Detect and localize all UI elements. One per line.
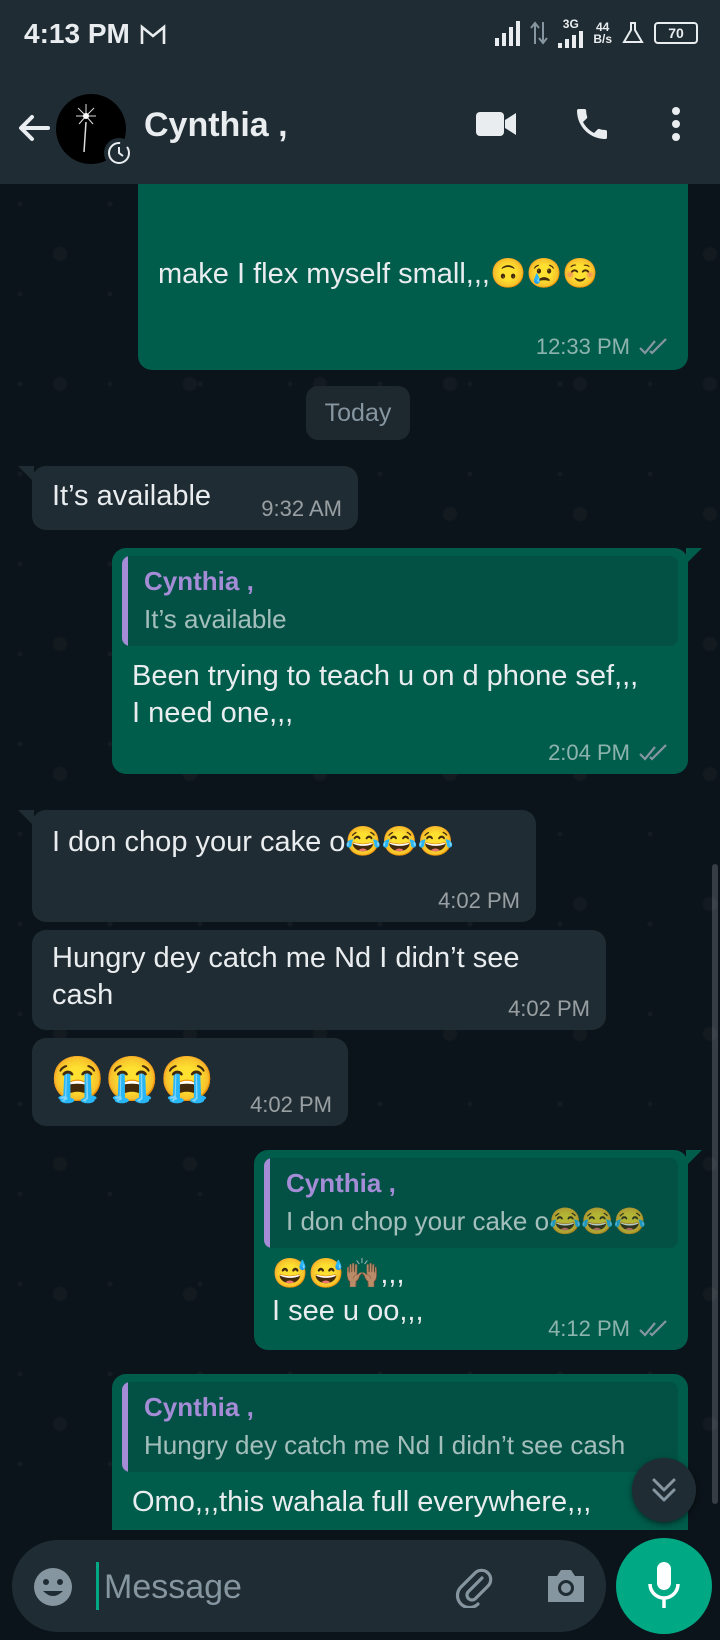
net-speed-unit: B/s [593, 32, 612, 46]
bubble-tail [686, 548, 702, 564]
message-bubble-outgoing[interactable]: Cynthia , I don chop your cake o😂😂😂 😅😅🙌🏽… [254, 1150, 688, 1350]
battery-indicator: 70 [654, 22, 698, 44]
message-meta: 9:32 AM [261, 496, 342, 522]
double-chevron-down-icon [652, 1478, 676, 1502]
back-arrow-icon[interactable] [14, 108, 54, 148]
message-input[interactable] [102, 1554, 436, 1620]
disappearing-timer-badge [104, 138, 134, 168]
text-cursor [96, 1562, 99, 1610]
chat-area[interactable]: make I flex myself small,,,🙃😢☺️ 12:33 PM… [0, 184, 720, 1530]
message-bubble-incoming[interactable]: Hungry dey catch me Nd I didn’t see cash… [32, 930, 606, 1030]
message-time: 4:02 PM [250, 1092, 332, 1117]
voice-message-button[interactable] [616, 1538, 712, 1634]
contact-name[interactable]: Cynthia , [144, 106, 288, 145]
quoted-message[interactable]: Cynthia , It’s available [122, 556, 678, 646]
quote-accent-bar [122, 556, 128, 646]
quote-text: It’s available [144, 604, 287, 634]
message-bubble-incoming[interactable]: I don chop your cake o😂😂😂 4:02 PM [32, 810, 536, 922]
status-indicators: 3G 44 B/s 70 [495, 18, 698, 48]
message-text: Been trying to teach u on d phone sef,,,… [132, 660, 639, 729]
bubble-tail [686, 1150, 702, 1166]
scrollbar[interactable] [712, 864, 718, 1504]
quote-text: I don chop your cake o😂😂😂 [286, 1206, 647, 1236]
message-text: It’s available [52, 480, 212, 512]
message-time: 4:02 PM [438, 888, 520, 913]
signal-2-icon [558, 30, 584, 48]
microphone-icon [648, 1562, 680, 1608]
message-bubble-outgoing[interactable]: Cynthia , It’s available Been trying to … [112, 548, 688, 774]
quote-text: Hungry dey catch me Nd I didn’t see cash [144, 1430, 626, 1460]
quote-author: Cynthia , [286, 1168, 396, 1198]
network-type: 3G [558, 17, 584, 48]
scroll-to-bottom-button[interactable] [632, 1458, 696, 1522]
attach-icon[interactable] [452, 1564, 496, 1608]
message-time: 4:12 PM [548, 1316, 630, 1341]
message-meta: 12:33 PM [536, 334, 670, 360]
message-text: make I flex myself small,,,🙃😢☺️ [158, 258, 599, 290]
message-meta: 4:12 PM [548, 1316, 670, 1342]
message-text: 😭😭😭 [50, 1055, 215, 1104]
quote-accent-bar [122, 1382, 128, 1472]
status-time: 4:13 PM [24, 18, 130, 49]
message-meta: 4:02 PM [438, 888, 520, 914]
message-time: 12:33 PM [535, 334, 630, 359]
message-text: Omo,,,this wahala full everywhere,,, [132, 1486, 592, 1518]
message-time: 9:32 AM [261, 496, 342, 521]
quote-author: Cynthia , [144, 566, 254, 596]
network-type-label: 3G [562, 17, 579, 31]
voice-call-icon[interactable] [572, 104, 612, 144]
message-bubble-incoming[interactable]: It’s available 9:32 AM [32, 466, 358, 530]
read-ticks-icon [639, 338, 667, 355]
message-time: 4:02 PM [508, 996, 590, 1021]
gmail-icon [140, 24, 166, 44]
message-meta: 4:02 PM [508, 996, 590, 1022]
net-speed: 44 B/s [593, 21, 612, 45]
message-bubble-outgoing[interactable]: make I flex myself small,,,🙃😢☺️ 12:33 PM [138, 184, 688, 370]
message-composer [12, 1540, 606, 1632]
chat-header: Cynthia , [0, 72, 720, 184]
quoted-message[interactable]: Cynthia , I don chop your cake o😂😂😂 [264, 1158, 678, 1248]
quote-accent-bar [264, 1158, 270, 1248]
quoted-message[interactable]: Cynthia , Hungry dey catch me Nd I didn’… [122, 1382, 678, 1472]
disappearing-timer-icon [108, 142, 130, 164]
message-bubble-incoming[interactable]: 😭😭😭 4:02 PM [32, 1038, 348, 1126]
status-bar: 4:13 PM 3G 44 B/s 70 [0, 0, 720, 72]
more-options-icon[interactable] [666, 104, 686, 144]
data-transfer-icon [530, 21, 549, 45]
camera-icon[interactable] [544, 1566, 588, 1606]
message-bubble-outgoing[interactable]: Cynthia , Hungry dey catch me Nd I didn’… [112, 1374, 688, 1530]
flask-icon [622, 22, 644, 43]
message-text: 😅😅🙌🏽,,, I see u oo,,, [272, 1258, 424, 1327]
signal-icon [495, 20, 521, 46]
message-meta: 2:04 PM [548, 740, 670, 766]
message-meta: 4:02 PM [250, 1092, 332, 1118]
message-text: Hungry dey catch me Nd I didn’t see cash [52, 942, 520, 1011]
emoji-icon[interactable] [32, 1566, 74, 1608]
message-time: 2:04 PM [548, 740, 630, 765]
message-text: I don chop your cake o😂😂😂 [52, 826, 454, 858]
date-divider: Today [306, 386, 410, 440]
video-call-icon[interactable] [474, 108, 518, 140]
read-ticks-icon [639, 1320, 667, 1337]
quote-author: Cynthia , [144, 1392, 254, 1422]
read-ticks-icon [639, 744, 667, 761]
